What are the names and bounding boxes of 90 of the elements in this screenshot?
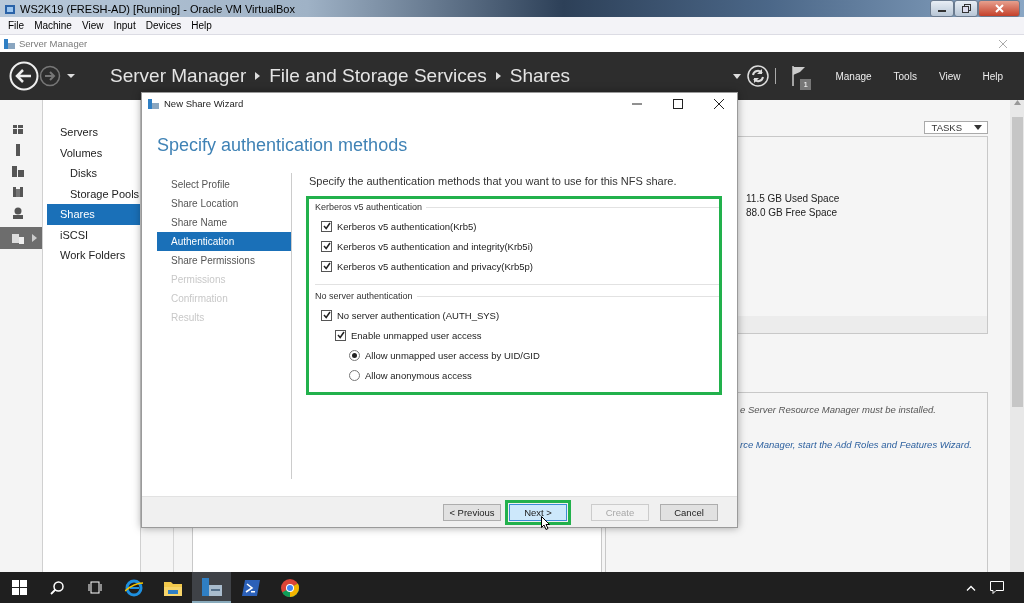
nav-item[interactable]: Work Folders: [47, 245, 140, 266]
rail-server-icon[interactable]: [12, 165, 24, 177]
window-title: WS2K19 (FRESH-AD) [Running] - Oracle VM VirtualBox: [20, 2, 295, 15]
back-button[interactable]: [9, 61, 39, 91]
radio-button[interactable]: [349, 369, 360, 381]
start-button[interactable]: [11, 580, 27, 595]
folder-icon[interactable]: [163, 579, 182, 596]
checkbox[interactable]: [321, 309, 332, 321]
menu-item[interactable]: Manage: [824, 70, 883, 82]
nav-item[interactable]: Disks: [47, 163, 140, 184]
close-button[interactable]: [714, 98, 724, 109]
menu-item[interactable]: View: [927, 70, 972, 82]
breadcrumb-separator-icon: [495, 72, 501, 80]
virtualbox-icon: [4, 2, 16, 15]
checkbox[interactable]: [321, 260, 332, 272]
checkbox[interactable]: [321, 240, 332, 252]
page-heading: Specify authentication methods: [157, 135, 409, 157]
checkbox-label: Enable unmapped user access: [351, 329, 482, 341]
chevron-up-icon[interactable]: [966, 584, 976, 591]
breadcrumb-item[interactable]: Server Manager: [110, 65, 247, 87]
server-manager-icon[interactable]: [201, 577, 222, 596]
checkbox[interactable]: [321, 220, 332, 232]
radio-label: Allow anonymous access: [365, 369, 472, 381]
restore-icon: [961, 4, 971, 13]
rail-folder-icon[interactable]: [12, 232, 24, 244]
notification-icon[interactable]: [990, 581, 1004, 594]
dropdown-caret-icon[interactable]: [733, 73, 742, 79]
group-title: No server authentication: [315, 291, 413, 301]
description-text: Specify the authentication methods that you want to use for this NFS share.: [309, 175, 678, 187]
wizard-step[interactable]: Share Name: [157, 213, 291, 232]
group-title: Kerberos v5 authentication: [315, 202, 423, 212]
menu-item[interactable]: Help: [971, 70, 1014, 82]
wizard-button[interactable]: Cancel: [660, 503, 718, 521]
search-icon[interactable]: [50, 580, 64, 595]
nav-item[interactable]: Servers: [47, 122, 140, 143]
nav-item[interactable]: iSCSI: [47, 224, 140, 245]
window-title: Server Manager: [19, 38, 88, 49]
info-text: e Server Resource Manager must be installed.: [740, 404, 937, 415]
wizard-step[interactable]: Select Profile: [157, 175, 291, 194]
minimize-button[interactable]: [930, 0, 954, 17]
checkbox-label: Kerberos v5 authentication and integrity(Krb5i): [337, 240, 533, 252]
wizard-icon: [148, 98, 159, 109]
checkbox-label: No server authentication (AUTH_SYS): [337, 309, 500, 321]
nav-item[interactable]: Shares: [47, 204, 140, 225]
maximize-button[interactable]: [673, 98, 683, 109]
menu-item[interactable]: Help: [186, 20, 217, 31]
wizard-step[interactable]: Share Permissions: [157, 251, 291, 270]
menu-item[interactable]: Machine: [29, 20, 77, 31]
server-manager-icon: [4, 38, 15, 49]
powershell-icon[interactable]: [241, 579, 260, 596]
wizard-button[interactable]: < Previous: [443, 503, 501, 521]
nav-item[interactable]: Storage Pools: [47, 183, 140, 204]
wizard-step[interactable]: Share Location: [157, 194, 291, 213]
rail-grid-icon[interactable]: [12, 123, 24, 135]
dropdown-caret-icon[interactable]: [66, 73, 76, 79]
volume-space-text: 11.5 GB Used Space: [746, 193, 841, 204]
nav-item[interactable]: Volumes: [47, 142, 140, 163]
radio-button[interactable]: [349, 349, 360, 361]
restore-button[interactable]: [954, 0, 978, 17]
menu-item[interactable]: Devices: [140, 20, 187, 31]
menu-item[interactable]: Input: [108, 20, 141, 31]
refresh-button[interactable]: [747, 65, 770, 87]
radio-label: Allow unmapped user access by UID/GID: [365, 349, 540, 361]
wizard-button[interactable]: Next >: [509, 503, 567, 521]
breadcrumb-item[interactable]: File and Storage Services: [269, 65, 487, 87]
checkbox-label: Kerberos v5 authentication and privacy(Krb5p): [337, 260, 533, 272]
menu-item[interactable]: View: [76, 20, 109, 31]
window-title: New Share Wizard: [164, 98, 244, 109]
menu-item[interactable]: Tools: [882, 70, 928, 82]
rail-server-icon[interactable]: [12, 186, 24, 198]
scrollbar[interactable]: [1010, 100, 1024, 572]
checkbox-label: Kerberos v5 authentication(Krb5): [337, 220, 477, 232]
forward-button[interactable]: [39, 65, 61, 87]
task-view-icon[interactable]: [88, 581, 102, 594]
browser-e-icon[interactable]: [124, 578, 143, 597]
dropdown-caret-icon: [974, 125, 982, 130]
rail-directory-icon[interactable]: [12, 207, 24, 219]
notification-count-badge: 1: [800, 79, 811, 90]
close-icon: [994, 4, 1004, 13]
breadcrumb-separator-icon: [255, 72, 261, 80]
expand-arrow-icon: [32, 234, 37, 242]
chrome-icon[interactable]: [280, 578, 299, 597]
wizard-step[interactable]: Authentication: [157, 232, 291, 251]
menu-item[interactable]: File: [3, 20, 30, 31]
flag-icon[interactable]: [792, 66, 807, 86]
breadcrumb-item[interactable]: Shares: [509, 65, 570, 87]
info-link-text: rce Manager, start the Add Roles and Features Wizard.: [740, 439, 973, 450]
volume-space-text: 88.0 GB Free Space: [746, 207, 839, 218]
checkbox[interactable]: [335, 329, 346, 341]
tasks-button[interactable]: TASKS: [923, 121, 988, 134]
